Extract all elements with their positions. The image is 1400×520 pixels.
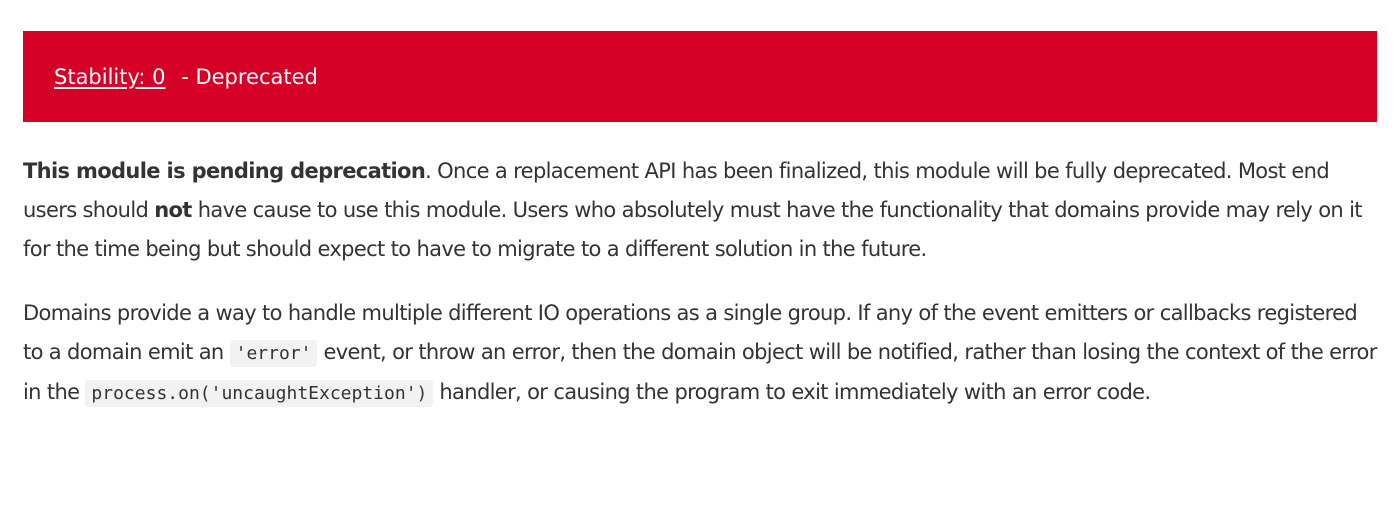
deprecation-text-b: have cause to use this module. Users who…	[23, 198, 1363, 261]
error-event-code: 'error'	[229, 340, 318, 367]
stability-status-label: - Deprecated	[174, 64, 318, 89]
emphasis-not: not	[154, 198, 192, 222]
domains-paragraph: Domains provide a way to handle multiple…	[23, 294, 1378, 413]
deprecation-paragraph: This module is pending deprecation. Once…	[23, 152, 1378, 269]
module-description: This module is pending deprecation. Once…	[23, 152, 1378, 413]
stability-banner: Stability: 0 - Deprecated	[23, 31, 1377, 122]
domains-text-c: handler, or causing the program to exit …	[433, 380, 1151, 404]
uncaught-exception-code: process.on('uncaughtException')	[85, 380, 434, 407]
deprecation-lead: This module is pending deprecation	[23, 159, 426, 183]
stability-index-link[interactable]: Stability: 0	[54, 65, 166, 89]
